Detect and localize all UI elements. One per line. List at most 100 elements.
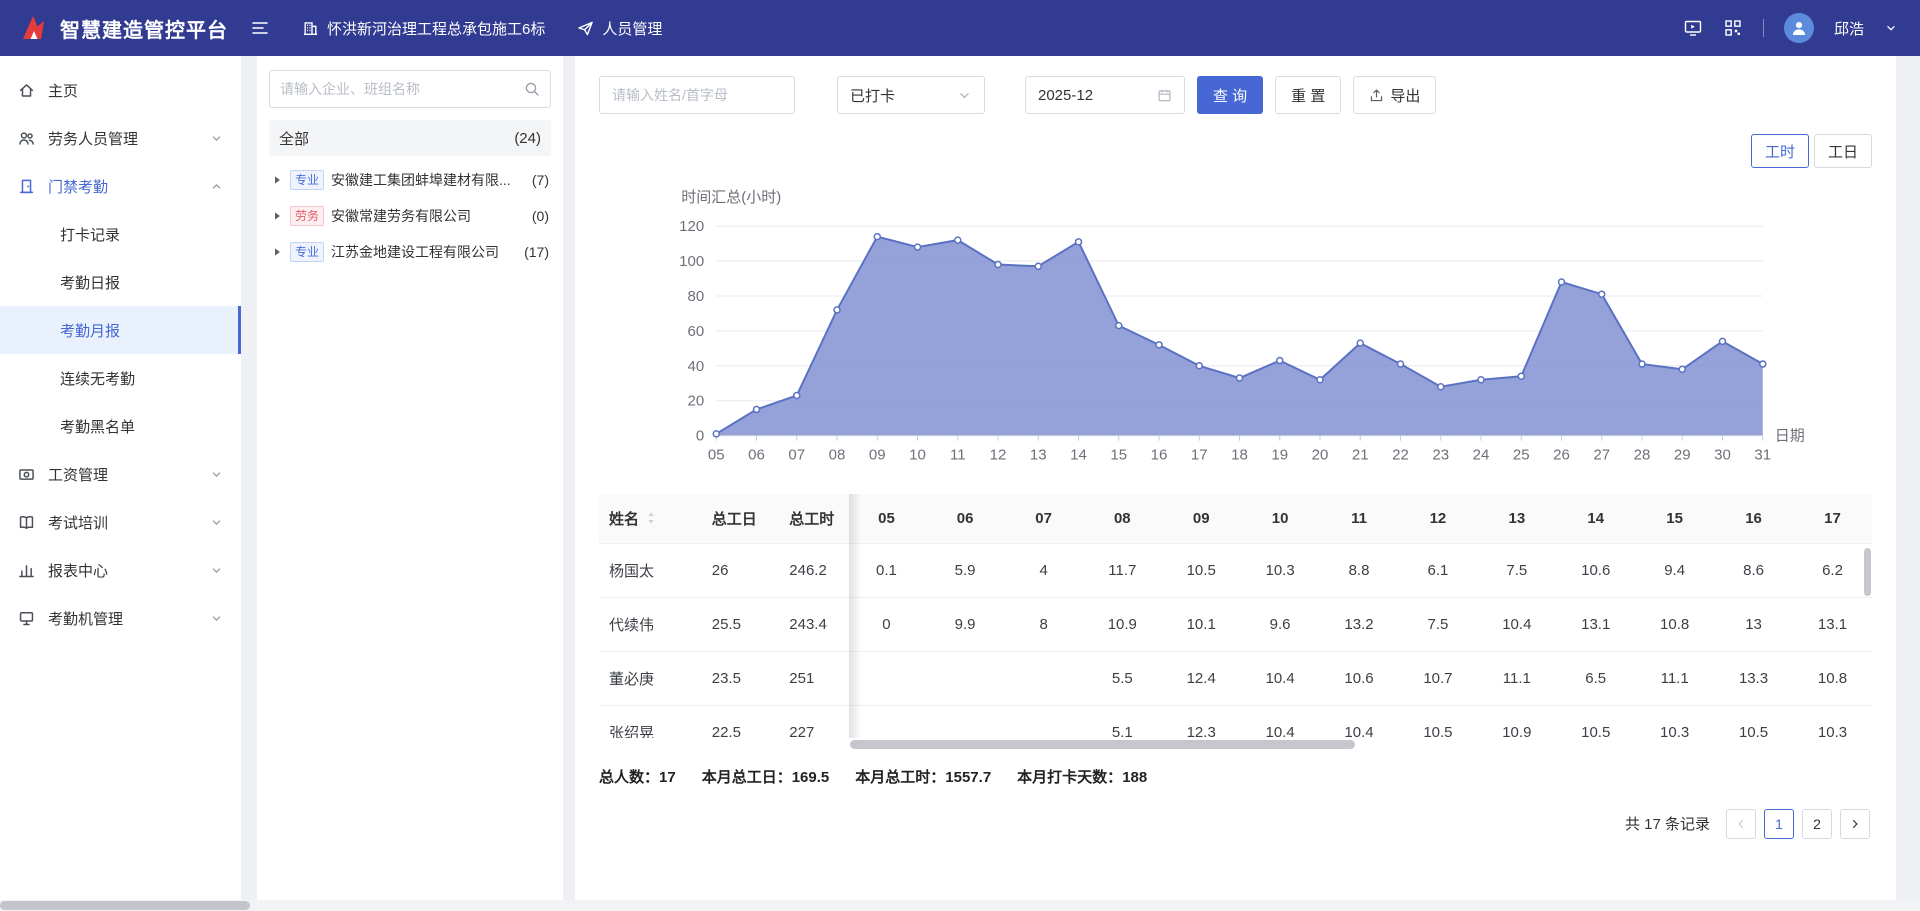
column-header-name[interactable]: 姓名 [599, 494, 702, 544]
user-avatar[interactable] [1784, 13, 1814, 43]
monitor-icon[interactable] [1683, 18, 1703, 38]
value-cell: 12.4 [1162, 652, 1241, 706]
query-button[interactable]: 查 询 [1197, 76, 1263, 114]
value-cell: 13.2 [1320, 598, 1399, 652]
sidebar-subitem-clock-records[interactable]: 打卡记录 [0, 210, 241, 258]
sidebar-subitem-continuous-absence[interactable]: 连续无考勤 [0, 354, 241, 402]
table-hscroll-thumb[interactable] [850, 740, 1355, 749]
company-search-field[interactable] [269, 70, 551, 108]
column-header-label: 14 [1587, 510, 1604, 527]
company-tree-item[interactable]: 劳务安徽常建劳务有限公司(0) [269, 198, 551, 234]
device-icon [18, 610, 35, 627]
chart-point [1558, 279, 1564, 285]
training-icon [18, 514, 35, 531]
sidebar-item-salary-management[interactable]: 工资管理 [0, 450, 241, 498]
value-cell: 8.6 [1714, 544, 1793, 598]
attendance-chart[interactable]: 020406080100120时间汇总(小时)05060708091011121… [599, 170, 1872, 476]
header-divider [1763, 19, 1764, 37]
tree-item-all[interactable]: 全部 (24) [269, 120, 551, 156]
worker-name-cell: 杨国太 [599, 544, 702, 598]
sidebar-item-home[interactable]: 主页 [0, 66, 241, 114]
value-cell: 10.4 [1477, 598, 1556, 652]
user-menu-chevron-icon[interactable] [1884, 21, 1898, 35]
reset-button[interactable]: 重 置 [1275, 76, 1341, 114]
chart-title: 时间汇总(小时) [681, 189, 781, 206]
company-tree-item[interactable]: 专业江苏金地建设工程有限公司(17) [269, 234, 551, 270]
sidebar-subitem-label: 考勤黑名单 [60, 416, 135, 437]
company-name: 安徽建工集团蚌埠建材有限... [331, 170, 525, 190]
pagination-prev-button[interactable] [1726, 809, 1756, 839]
company-tree-item[interactable]: 专业安徽建工集团蚌埠建材有限...(7) [269, 162, 551, 198]
company-type-tag: 劳务 [290, 206, 324, 226]
table-row: 张绍晃22.52275.112.310.410.410.510.910.510.… [599, 706, 1872, 738]
chevron-down-icon [210, 612, 223, 625]
sidebar-subitem-blacklist[interactable]: 考勤黑名单 [0, 402, 241, 450]
sidebar-item-report-center[interactable]: 报表中心 [0, 546, 241, 594]
company-type-tag: 专业 [290, 170, 324, 190]
sidebar-item-exam-training[interactable]: 考试培训 [0, 498, 241, 546]
sidebar-item-access-attendance[interactable]: 门禁考勤 [0, 162, 241, 210]
value-cell [926, 652, 1005, 706]
sidebar-item-labor-management[interactable]: 劳务人员管理 [0, 114, 241, 162]
project-nav-item[interactable]: 怀洪新河治理工程总承包施工6标 [302, 18, 545, 39]
value-cell: 8 [1004, 598, 1082, 652]
pagination-pages: 12 [1764, 809, 1832, 839]
sidebar-subitem-label: 连续无考勤 [60, 368, 135, 389]
sidebar-subitem-monthly-report[interactable]: 考勤月报 [0, 306, 241, 354]
chart-point [1035, 263, 1041, 269]
value-cell: 9.6 [1241, 598, 1320, 652]
value-cell: 10.3 [1635, 706, 1714, 738]
attendance-icon [18, 178, 35, 195]
value-cell: 5.9 [926, 544, 1005, 598]
value-cell [847, 652, 926, 706]
toggle-workdays-button[interactable]: 工日 [1814, 134, 1872, 168]
attendance-monthly-report-panel: 已打卡 2025-12 查 询 重 置 导出 工时 工日 02040608010… [575, 56, 1896, 900]
x-axis-tick: 24 [1473, 447, 1490, 464]
value-cell: 8.8 [1320, 544, 1399, 598]
pagination-next-button[interactable] [1840, 809, 1870, 839]
personnel-nav-item[interactable]: 人员管理 [577, 18, 662, 39]
status-select-value: 已打卡 [850, 85, 895, 106]
name-search-input[interactable] [612, 87, 782, 103]
status-select[interactable]: 已打卡 [837, 76, 985, 114]
x-axis-tick: 19 [1271, 447, 1288, 464]
summary-bar: 总人数：17本月总工日：169.5本月总工时：1557.7本月打卡天数：188 [599, 750, 1872, 791]
sidebar-menu: 主页劳务人员管理门禁考勤打卡记录考勤日报考勤月报连续无考勤考勤黑名单工资管理考试… [0, 66, 241, 642]
table-horizontal-scrollbar[interactable] [599, 740, 1872, 750]
x-axis-tick: 25 [1513, 447, 1530, 464]
chart-point [1639, 361, 1645, 367]
month-picker[interactable]: 2025-12 [1025, 76, 1185, 114]
column-header-label: 07 [1035, 510, 1052, 527]
value-cell: 10.7 [1398, 652, 1477, 706]
page-hscroll-thumb[interactable] [0, 901, 250, 910]
name-search-field[interactable] [599, 76, 795, 114]
sidebar-item-attendance-machine[interactable]: 考勤机管理 [0, 594, 241, 642]
pagination-page-2[interactable]: 2 [1802, 809, 1832, 839]
pagination-page-1[interactable]: 1 [1764, 809, 1794, 839]
x-axis-tick: 11 [950, 447, 966, 464]
column-header-label: 10 [1272, 510, 1289, 527]
value-cell: 10.8 [1793, 652, 1872, 706]
x-axis-tick: 15 [1110, 447, 1127, 464]
page-horizontal-scrollbar[interactable] [0, 900, 1920, 911]
sidebar-subitem-daily-report[interactable]: 考勤日报 [0, 258, 241, 306]
collapse-menu-icon[interactable] [250, 18, 270, 38]
toggle-workhours-button[interactable]: 工时 [1751, 134, 1809, 168]
chevron-down-icon [210, 516, 223, 529]
x-axis-tick: 18 [1231, 447, 1248, 464]
sidebar-item-label: 报表中心 [48, 560, 210, 581]
report-icon [18, 562, 35, 579]
value-cell: 6.5 [1556, 652, 1635, 706]
value-cell: 7.5 [1477, 544, 1556, 598]
company-name: 江苏金地建设工程有限公司 [331, 242, 517, 262]
chart-point [1357, 340, 1363, 346]
value-cell: 22.5 [702, 706, 780, 738]
qrcode-icon[interactable] [1723, 18, 1743, 38]
value-cell: 9.9 [926, 598, 1005, 652]
x-axis-tick: 07 [788, 447, 805, 464]
company-search-input[interactable] [280, 81, 516, 97]
user-name[interactable]: 邱浩 [1834, 18, 1864, 39]
table-vertical-scrollbar[interactable] [1864, 548, 1871, 596]
export-button[interactable]: 导出 [1353, 76, 1436, 114]
x-axis-tick: 12 [990, 447, 1007, 464]
